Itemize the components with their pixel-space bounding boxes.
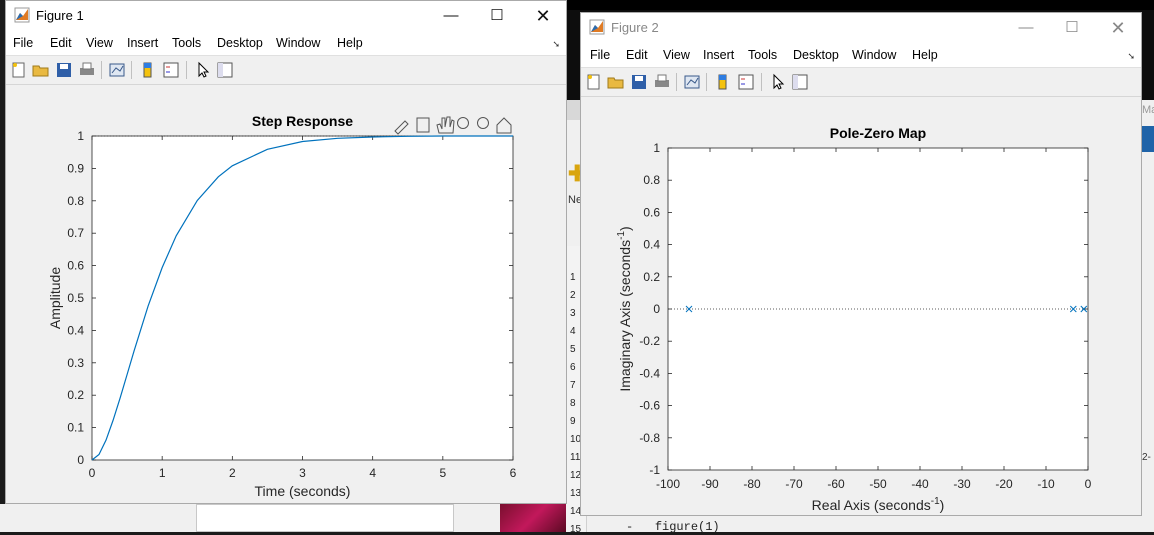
chart-title: Pole-Zero Map xyxy=(830,125,926,141)
y-tick-label: 0.2 xyxy=(643,270,660,284)
editor-line-number: 7 xyxy=(570,380,576,391)
y-tick-label: 0.7 xyxy=(67,226,84,240)
editor-line-number: 5 xyxy=(570,344,576,355)
y-tick-label: 0.9 xyxy=(67,161,84,175)
y-tick-label: 1 xyxy=(653,141,660,155)
x-axis-label: Time (seconds) xyxy=(255,483,351,499)
axes-box xyxy=(91,135,514,461)
figure2-window: Figure 2 — ☐ ✕ File Edit View Insert Too… xyxy=(580,12,1142,516)
y-tick-label: 0 xyxy=(77,453,84,467)
editor-line-number: 6 xyxy=(570,362,576,373)
toolstrip-tab-label[interactable]: Ma xyxy=(1142,104,1154,116)
wallpaper-fragment xyxy=(500,504,566,532)
pole-zero-plot: Pole-Zero Map-100 -90 -80 -70 -60 -50 -40 -30 -2… xyxy=(616,125,1092,513)
x-tick-label: -50 xyxy=(869,477,887,491)
x-tick-label: -20 xyxy=(995,477,1013,491)
data-tips-icon xyxy=(416,117,430,133)
x-axis-label: Real Axis (seconds-1) xyxy=(812,496,945,513)
desktop-top-band xyxy=(566,0,1154,10)
editor-line-number: 3 xyxy=(570,308,576,319)
y-tick-label: 1 xyxy=(77,129,84,143)
y-tick-label: -1 xyxy=(649,463,660,477)
brush-icon xyxy=(394,120,409,135)
editor-truncated-text: 2- xyxy=(1142,452,1151,463)
y-tick-label: 0.8 xyxy=(643,173,660,187)
y-tick-label: 0.3 xyxy=(67,356,84,370)
y-tick-label: -0.6 xyxy=(639,399,660,413)
y-tick-label: 0.6 xyxy=(67,259,84,273)
editor-line-number: 2 xyxy=(570,290,576,301)
pan-icon xyxy=(436,116,455,134)
x-tick-label: -60 xyxy=(827,477,845,491)
y-tick-label: 0.5 xyxy=(67,291,84,305)
x-tick-label: 0 xyxy=(1085,477,1092,491)
workspace-panel-fragment xyxy=(196,504,454,532)
zoom-out-icon xyxy=(477,117,489,129)
y-tick-label: 0.4 xyxy=(643,238,660,252)
y-tick-label: 0.6 xyxy=(643,205,660,219)
y-tick-label: -0.8 xyxy=(639,431,660,445)
chart-title: Step Response xyxy=(252,113,353,129)
x-tick-label: -10 xyxy=(1037,477,1055,491)
x-tick-label: -100 xyxy=(656,477,680,491)
x-tick-label: -80 xyxy=(743,477,761,491)
x-tick-label: -70 xyxy=(785,477,803,491)
y-tick-label: -0.4 xyxy=(639,366,660,380)
x-tick-label: -40 xyxy=(911,477,929,491)
y-axis-label: Imaginary Axis (seconds-1) xyxy=(616,226,633,391)
figure1-window: Figure 1 — ☐ ✕ File Edit View Insert Too… xyxy=(5,0,567,504)
x-tick-label: 3 xyxy=(299,466,306,480)
y-tick-label: 0.2 xyxy=(67,388,84,402)
x-tick-label: -90 xyxy=(701,477,719,491)
step-response-plot: Step Response 0 1 2 3 4 5 6 0 0.1 0.2 0.3 0.4 0.5 0.6 0… xyxy=(47,113,517,499)
y-tick-label: 0 xyxy=(653,302,660,316)
x-tick-label: 1 xyxy=(159,466,166,480)
x-tick-label: 6 xyxy=(510,466,517,480)
y-tick-label: 0.1 xyxy=(67,421,84,435)
home-icon xyxy=(496,117,512,134)
x-tick-label: -30 xyxy=(953,477,971,491)
y-tick-label: -0.2 xyxy=(639,334,660,348)
zoom-in-icon xyxy=(457,117,469,129)
editor-line-number: 8 xyxy=(570,398,576,409)
x-tick-label: 4 xyxy=(369,466,376,480)
y-tick-label: 0.8 xyxy=(67,194,84,208)
editor-line-number: 1 xyxy=(570,272,576,283)
editor-line-number: 11 xyxy=(570,452,581,463)
y-tick-label: 0.4 xyxy=(67,323,84,337)
axes-toolbar xyxy=(394,116,512,135)
x-tick-label: 5 xyxy=(439,466,446,480)
x-tick-label: 2 xyxy=(229,466,236,480)
editor-line-number: 4 xyxy=(570,326,576,337)
editor-line-number: 9 xyxy=(570,416,576,427)
x-tick-label: 0 xyxy=(89,466,96,480)
editor-line-number: 15 xyxy=(570,524,582,535)
y-axis-label: Amplitude xyxy=(47,267,63,329)
